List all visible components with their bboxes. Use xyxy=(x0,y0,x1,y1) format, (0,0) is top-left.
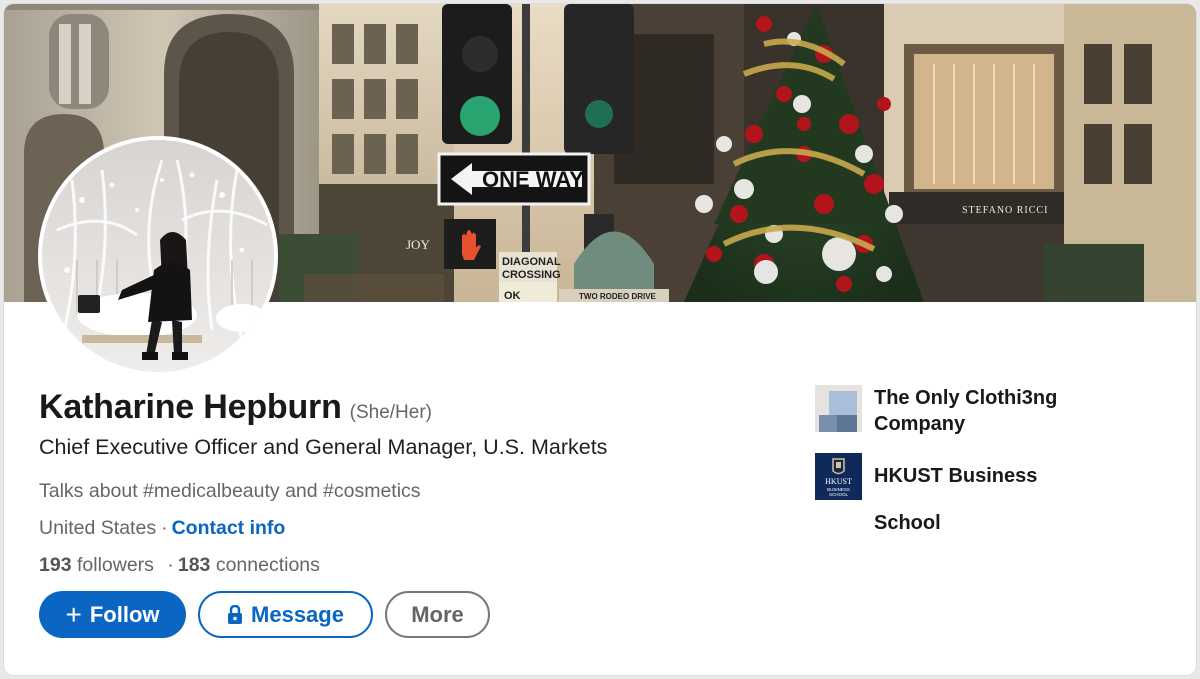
follow-label: Follow xyxy=(89,601,160,627)
org-name: HKUST Business School xyxy=(874,465,1038,534)
name-row: Katharine Hepburn (She/Her) xyxy=(39,388,799,427)
avatar-photo xyxy=(42,140,274,372)
followers-count[interactable]: 193 xyxy=(39,554,72,576)
org-education[interactable]: HKUST BUSINESS SCHOOL HKUST Business Sch… xyxy=(815,453,1175,547)
profile-actions: + Follow Message More xyxy=(39,591,490,638)
profile-headline: Chief Executive Officer and General Mana… xyxy=(39,435,608,459)
company-logo xyxy=(815,385,862,432)
lock-icon xyxy=(227,604,243,625)
message-label: Message xyxy=(251,601,344,627)
profile-avatar[interactable] xyxy=(38,136,278,376)
svg-text:CROSSING: CROSSING xyxy=(502,269,561,281)
profile-location: United States xyxy=(39,517,157,539)
connections-count[interactable]: 183 xyxy=(178,554,211,576)
profile-talks-about: Talks about #medicalbeauty and #cosmetic… xyxy=(39,480,421,502)
svg-text:HKUST: HKUST xyxy=(825,477,852,486)
joy-sign-text: JOY xyxy=(406,237,430,252)
message-button[interactable]: Message xyxy=(198,591,373,638)
svg-text:DIAGONAL: DIAGONAL xyxy=(502,256,561,268)
plus-icon: + xyxy=(65,598,82,630)
profile-name: Katharine Hepburn xyxy=(39,388,342,426)
hkust-logo: HKUST BUSINESS SCHOOL xyxy=(815,453,862,500)
location-row: United States · Contact info xyxy=(39,517,799,540)
svg-text:OK: OK xyxy=(504,290,521,302)
profile-pronouns: (She/Her) xyxy=(349,402,432,423)
org-current-company[interactable]: The Only Clothi3ng Company xyxy=(815,385,1175,437)
separator-dot: · xyxy=(167,554,174,576)
more-label: More xyxy=(411,601,464,627)
follow-button[interactable]: + Follow xyxy=(39,591,186,638)
separator-dot: · xyxy=(161,517,168,539)
profile-card: JOY STEFANO RICCI ONE WAY DIAGONAL CROSS… xyxy=(4,4,1196,675)
network-row: 193 followers · 183 connections xyxy=(39,554,799,577)
one-way-sign: ONE WAY xyxy=(437,152,591,206)
profile-identity: Katharine Hepburn (She/Her) Chief Execut… xyxy=(39,388,799,577)
store-sign-text: STEFANO RICCI xyxy=(962,205,1048,216)
svg-text:ONE WAY: ONE WAY xyxy=(482,167,584,192)
followers-label[interactable]: followers xyxy=(77,554,154,576)
svg-text:SCHOOL: SCHOOL xyxy=(829,492,849,497)
svg-text:TWO RODEO DRIVE: TWO RODEO DRIVE xyxy=(579,292,657,301)
connections-label[interactable]: connections xyxy=(216,554,320,576)
profile-organizations: The Only Clothi3ng Company HKUST BUSINES… xyxy=(815,385,1175,547)
more-button[interactable]: More xyxy=(385,591,490,638)
org-name: The Only Clothi3ng Company xyxy=(874,387,1058,435)
contact-info-link[interactable]: Contact info xyxy=(172,517,286,539)
